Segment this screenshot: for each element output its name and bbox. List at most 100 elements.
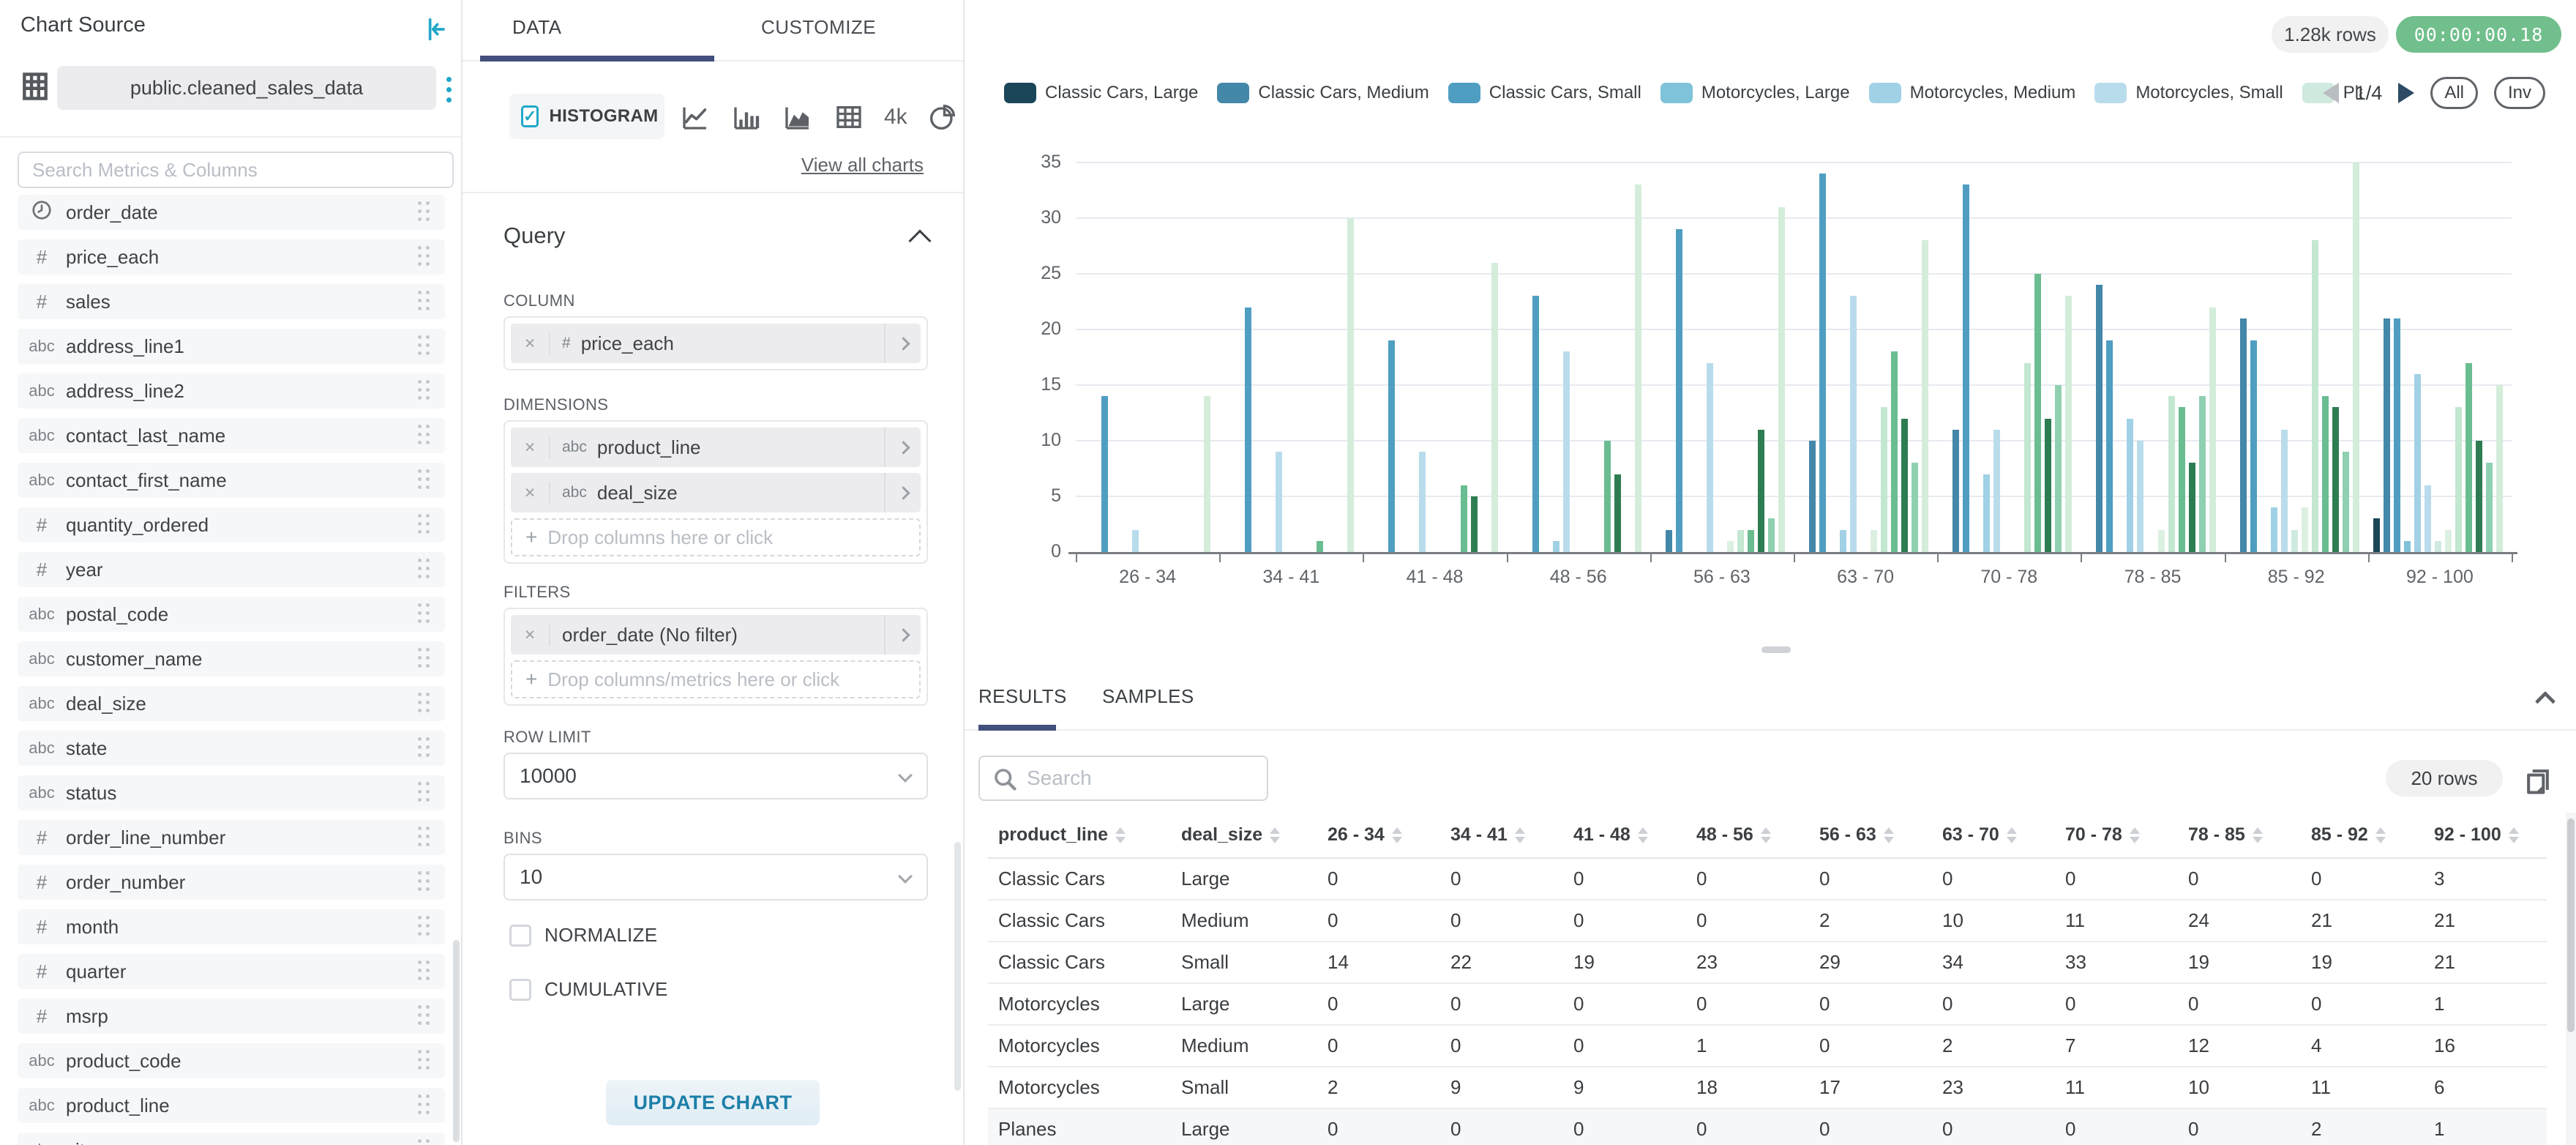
dimension-pill-product_line[interactable]: ×abcproduct_line bbox=[511, 428, 921, 467]
histogram-bar[interactable] bbox=[2045, 419, 2051, 552]
drag-handle-icon[interactable] bbox=[418, 916, 432, 938]
histogram-bar[interactable] bbox=[1317, 541, 1323, 552]
histogram-bar[interactable] bbox=[1532, 296, 1539, 552]
sidebar-column-order_line_number[interactable]: #order_line_number bbox=[18, 820, 445, 855]
dimensions-dropzone[interactable]: + Drop columns here or click bbox=[511, 518, 921, 556]
histogram-bar[interactable] bbox=[1809, 441, 1816, 552]
histogram-bar[interactable] bbox=[1758, 430, 1764, 552]
sidebar-column-deal_size[interactable]: abcdeal_size bbox=[18, 686, 445, 721]
big-number-icon[interactable]: 4k bbox=[884, 105, 907, 130]
sidebar-column-order_number[interactable]: #order_number bbox=[18, 865, 445, 900]
filter-pill[interactable]: ×order_date (No filter) bbox=[511, 615, 921, 654]
sidebar-column-msrp[interactable]: #msrp bbox=[18, 999, 445, 1034]
histogram-bar[interactable] bbox=[1912, 463, 1918, 552]
remove-icon[interactable]: × bbox=[511, 624, 550, 646]
histogram-bar[interactable] bbox=[2209, 307, 2216, 552]
drag-handle-icon[interactable] bbox=[418, 737, 432, 759]
sidebar-scrollbar[interactable] bbox=[453, 940, 460, 1142]
histogram-bar[interactable] bbox=[1604, 441, 1611, 552]
sidebar-column-address_line1[interactable]: abcaddress_line1 bbox=[18, 329, 445, 364]
histogram-bar[interactable] bbox=[1471, 496, 1478, 552]
dimension-pill-deal_size[interactable]: ×abcdeal_size bbox=[511, 473, 921, 512]
histogram-bar[interactable] bbox=[2034, 274, 2041, 552]
histogram-bar[interactable] bbox=[1850, 296, 1857, 552]
histogram-bar[interactable] bbox=[2322, 396, 2329, 552]
row-limit-select[interactable]: 10000 bbox=[503, 753, 928, 799]
histogram-bar[interactable] bbox=[1204, 396, 1210, 552]
header-bin-70-78[interactable]: 70 - 78 bbox=[2055, 813, 2178, 858]
pill-expand-icon[interactable] bbox=[884, 428, 921, 467]
histogram-bar[interactable] bbox=[2250, 340, 2257, 552]
histogram-bar[interactable] bbox=[1347, 218, 1354, 552]
bins-select[interactable]: 10 bbox=[503, 854, 928, 900]
filters-dropzone[interactable]: + Drop columns/metrics here or click bbox=[511, 660, 921, 698]
normalize-checkbox-row[interactable]: NORMALIZE bbox=[509, 924, 657, 947]
histogram-bar[interactable] bbox=[1983, 474, 1990, 552]
tab-customize[interactable]: CUSTOMIZE bbox=[761, 16, 876, 39]
drag-handle-icon[interactable] bbox=[418, 961, 432, 982]
histogram-bar[interactable] bbox=[1891, 351, 1898, 552]
histogram-bar[interactable] bbox=[2353, 163, 2359, 552]
histogram-bar[interactable] bbox=[2486, 463, 2493, 552]
bar-chart-icon[interactable] bbox=[730, 101, 763, 133]
sidebar-column-status[interactable]: abcstatus bbox=[18, 775, 445, 810]
histogram-bar[interactable] bbox=[1748, 530, 1754, 552]
histogram-bar[interactable] bbox=[2179, 407, 2185, 552]
sidebar-column-year[interactable]: #year bbox=[18, 552, 445, 587]
cumulative-checkbox-row[interactable]: CUMULATIVE bbox=[509, 978, 668, 1001]
histogram-bar[interactable] bbox=[1563, 351, 1570, 552]
drag-handle-icon[interactable] bbox=[418, 782, 432, 804]
drag-handle-icon[interactable] bbox=[418, 201, 432, 223]
panel-resize-handle[interactable] bbox=[1761, 646, 1791, 653]
header-deal-size[interactable]: deal_size bbox=[1171, 813, 1317, 858]
histogram-bar[interactable] bbox=[1276, 452, 1282, 552]
histogram-bar[interactable] bbox=[2302, 507, 2308, 552]
drag-handle-icon[interactable] bbox=[418, 514, 432, 536]
histogram-bar[interactable] bbox=[2455, 407, 2462, 552]
histogram-bar[interactable] bbox=[2065, 296, 2072, 552]
tab-samples[interactable]: SAMPLES bbox=[1102, 685, 1194, 708]
histogram-bar[interactable] bbox=[2343, 452, 2349, 552]
results-scrollbar[interactable] bbox=[2567, 818, 2575, 1032]
histogram-bar[interactable] bbox=[2312, 240, 2318, 552]
sidebar-column-customer_name[interactable]: abccustomer_name bbox=[18, 641, 445, 676]
histogram-bar[interactable] bbox=[1245, 307, 1251, 552]
histogram-bar[interactable] bbox=[1635, 184, 1641, 552]
histogram-bar[interactable] bbox=[2404, 541, 2411, 552]
histogram-bar[interactable] bbox=[2435, 541, 2441, 552]
collapse-sidebar-icon[interactable] bbox=[422, 15, 451, 44]
histogram-checkbox[interactable]: ✓ bbox=[521, 105, 539, 127]
histogram-bar[interactable] bbox=[1132, 530, 1139, 552]
histogram-bar[interactable] bbox=[1491, 263, 1498, 552]
sidebar-column-contact_last_name[interactable]: abccontact_last_name bbox=[18, 418, 445, 453]
query-collapse-icon[interactable] bbox=[908, 229, 931, 252]
histogram-bar[interactable] bbox=[2414, 374, 2421, 552]
header-product-line[interactable]: product_line bbox=[988, 813, 1171, 858]
histogram-bar[interactable] bbox=[2199, 396, 2206, 552]
histogram-bar[interactable] bbox=[2127, 419, 2133, 552]
histogram-bar[interactable] bbox=[1881, 407, 1887, 552]
copy-icon[interactable] bbox=[2522, 763, 2554, 802]
histogram-bar[interactable] bbox=[2240, 318, 2247, 552]
histogram-bar[interactable] bbox=[1952, 430, 1959, 552]
header-bin-26-34[interactable]: 26 - 34 bbox=[1317, 813, 1440, 858]
histogram-bar[interactable] bbox=[2291, 530, 2298, 552]
histogram-bar[interactable] bbox=[2332, 407, 2339, 552]
drag-handle-icon[interactable] bbox=[418, 425, 432, 447]
histogram-bar[interactable] bbox=[1819, 174, 1826, 552]
controls-scrollbar[interactable] bbox=[954, 842, 961, 1091]
sidebar-column-quantity_ordered[interactable]: #quantity_ordered bbox=[18, 507, 445, 542]
sidebar-column-price_each[interactable]: #price_each bbox=[18, 239, 445, 275]
histogram-bar[interactable] bbox=[2024, 363, 2031, 552]
histogram-bar[interactable] bbox=[1901, 419, 1908, 552]
line-chart-icon[interactable] bbox=[679, 101, 711, 133]
pie-chart-icon[interactable] bbox=[926, 101, 959, 133]
histogram-bar[interactable] bbox=[2055, 385, 2062, 552]
histogram-bar[interactable] bbox=[1727, 541, 1734, 552]
histogram-bar[interactable] bbox=[2373, 518, 2380, 552]
drag-handle-icon[interactable] bbox=[418, 1094, 432, 1116]
histogram-bar[interactable] bbox=[1614, 474, 1621, 552]
histogram-bar[interactable] bbox=[2271, 507, 2277, 552]
histogram-bar[interactable] bbox=[1871, 530, 1877, 552]
drag-handle-icon[interactable] bbox=[418, 291, 432, 313]
